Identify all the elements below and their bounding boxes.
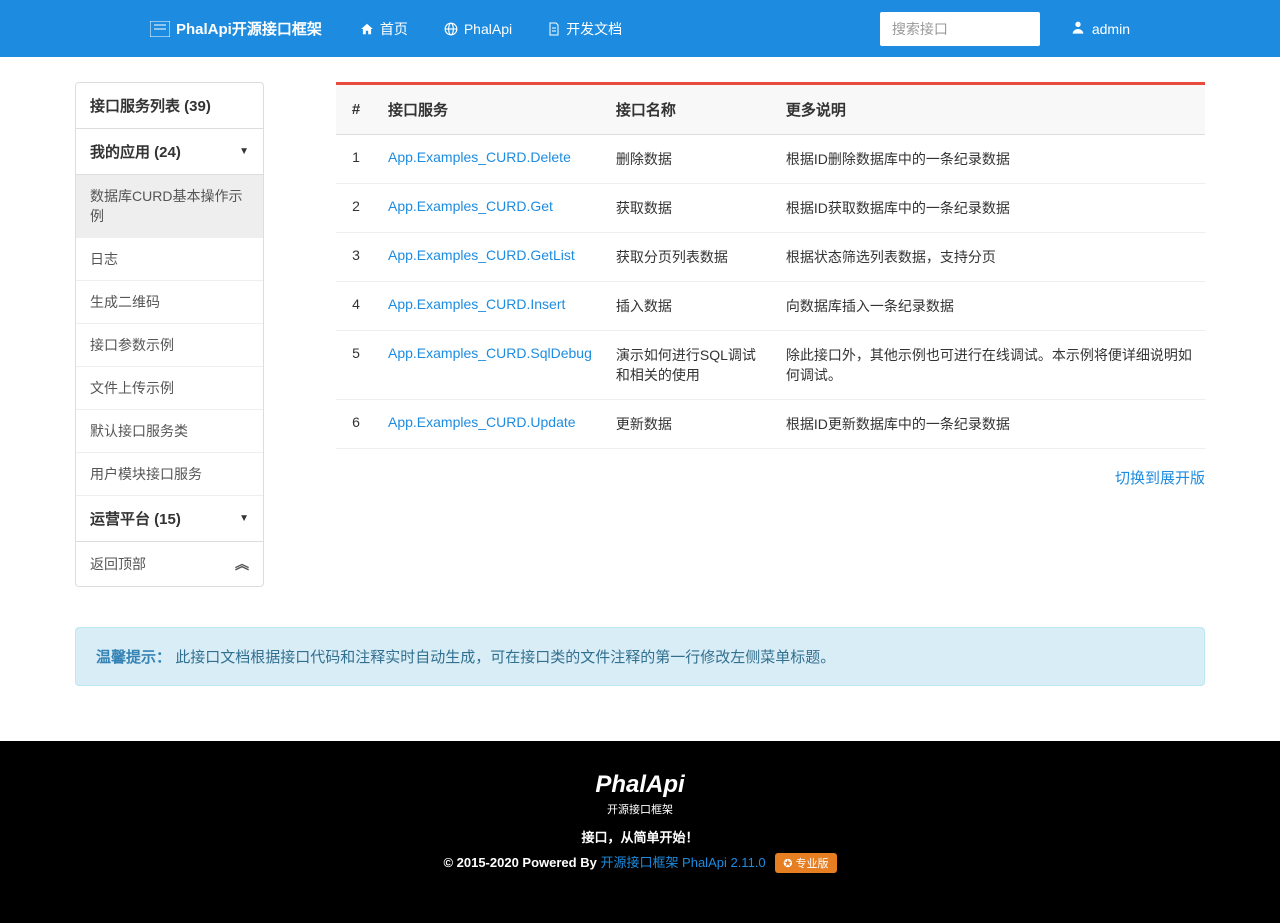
sidebar-title: 接口服务列表 (39): [76, 83, 263, 129]
table-row: 4 App.Examples_CURD.Insert 插入数据 向数据库插入一条…: [336, 282, 1205, 331]
sidebar-group-platform[interactable]: 运营平台 (15) ▼: [76, 496, 263, 542]
user-icon: [1070, 19, 1086, 38]
user-menu[interactable]: admin: [1070, 19, 1130, 38]
table-row: 2 App.Examples_CURD.Get 获取数据 根据ID获取数据库中的…: [336, 184, 1205, 233]
sidebar-item-user[interactable]: 用户模块接口服务: [76, 453, 263, 496]
back-to-top[interactable]: 返回顶部 ︽: [76, 542, 263, 586]
sidebar: 接口服务列表 (39) 我的应用 (24) ▼ 数据库CURD基本操作示例 日志…: [75, 82, 264, 587]
caret-down-icon: ▼: [239, 146, 249, 157]
chevron-up-icon: ︽: [235, 554, 249, 574]
tip-text: 此接口文档根据接口代码和注释实时自动生成，可在接口类的文件注释的第一行修改左侧菜…: [175, 649, 835, 666]
cell-name: 演示如何进行SQL调试和相关的使用: [604, 331, 774, 400]
service-link[interactable]: App.Examples_CURD.Update: [388, 414, 576, 430]
service-link[interactable]: App.Examples_CURD.Delete: [388, 149, 571, 165]
sidebar-group-myapp[interactable]: 我的应用 (24) ▼: [76, 129, 263, 175]
service-link[interactable]: App.Examples_CURD.SqlDebug: [388, 345, 592, 361]
search-box: [880, 12, 1040, 46]
caret-down-icon: ▼: [239, 513, 249, 524]
api-table: # 接口服务 接口名称 更多说明 1 App.Examples_CURD.Del…: [336, 85, 1205, 449]
cell-desc: 根据ID获取数据库中的一条纪录数据: [774, 184, 1205, 233]
brand-icon: [150, 19, 170, 39]
cell-desc: 除此接口外，其他示例也可进行在线调试。本示例将便详细说明如何调试。: [774, 331, 1205, 400]
cell-num: 1: [336, 135, 376, 184]
footer-sub: 开源接口框架: [0, 801, 1280, 817]
table-row: 6 App.Examples_CURD.Update 更新数据 根据ID更新数据…: [336, 400, 1205, 449]
cell-name: 更新数据: [604, 400, 774, 449]
cell-name: 删除数据: [604, 135, 774, 184]
nav-docs[interactable]: 开发文档: [530, 19, 640, 39]
content: # 接口服务 接口名称 更多说明 1 App.Examples_CURD.Del…: [336, 82, 1205, 587]
cell-name: 获取分页列表数据: [604, 233, 774, 282]
service-link[interactable]: App.Examples_CURD.GetList: [388, 247, 575, 263]
home-icon: [360, 22, 374, 36]
tip-alert: 温馨提示： 此接口文档根据接口代码和注释实时自动生成，可在接口类的文件注释的第一…: [75, 627, 1205, 686]
cell-num: 5: [336, 331, 376, 400]
th-num: #: [336, 85, 376, 135]
cell-name: 插入数据: [604, 282, 774, 331]
th-desc: 更多说明: [774, 85, 1205, 135]
pro-badge[interactable]: ✪ 专业版: [775, 853, 836, 873]
th-service: 接口服务: [376, 85, 604, 135]
nav-links: 首页 PhalApi 开发文档: [342, 19, 640, 39]
sidebar-item-params[interactable]: 接口参数示例: [76, 324, 263, 367]
sidebar-item-qrcode[interactable]: 生成二维码: [76, 281, 263, 324]
footer-tagline: 接口，从简单开始！: [0, 827, 1280, 846]
sidebar-item-log[interactable]: 日志: [76, 238, 263, 281]
footer-link[interactable]: 开源接口框架 PhalApi 2.11.0: [600, 855, 765, 870]
cell-num: 4: [336, 282, 376, 331]
cell-num: 3: [336, 233, 376, 282]
sidebar-item-default[interactable]: 默认接口服务类: [76, 410, 263, 453]
table-row: 1 App.Examples_CURD.Delete 删除数据 根据ID删除数据…: [336, 135, 1205, 184]
cell-desc: 根据ID删除数据库中的一条纪录数据: [774, 135, 1205, 184]
cell-num: 2: [336, 184, 376, 233]
switch-view-link[interactable]: 切换到展开版: [1115, 470, 1205, 487]
brand[interactable]: PhalApi开源接口框架: [150, 18, 322, 39]
footer-copy: © 2015-2020 Powered By 开源接口框架 PhalApi 2.…: [0, 852, 1280, 873]
user-name: admin: [1092, 21, 1130, 37]
doc-icon: [548, 22, 560, 36]
nav-home[interactable]: 首页: [342, 19, 426, 39]
globe-icon: [444, 22, 458, 36]
cell-desc: 根据状态筛选列表数据，支持分页: [774, 233, 1205, 282]
service-link[interactable]: App.Examples_CURD.Insert: [388, 296, 565, 312]
sidebar-item-upload[interactable]: 文件上传示例: [76, 367, 263, 410]
service-link[interactable]: App.Examples_CURD.Get: [388, 198, 553, 214]
table-row: 5 App.Examples_CURD.SqlDebug 演示如何进行SQL调试…: [336, 331, 1205, 400]
tip-label: 温馨提示：: [96, 649, 171, 666]
th-name: 接口名称: [604, 85, 774, 135]
cell-num: 6: [336, 400, 376, 449]
footer: PhalApi 开源接口框架 接口，从简单开始！ © 2015-2020 Pow…: [0, 741, 1280, 923]
cell-name: 获取数据: [604, 184, 774, 233]
footer-logo: PhalApi: [0, 771, 1280, 799]
table-row: 3 App.Examples_CURD.GetList 获取分页列表数据 根据状…: [336, 233, 1205, 282]
cell-desc: 根据ID更新数据库中的一条纪录数据: [774, 400, 1205, 449]
cell-desc: 向数据库插入一条纪录数据: [774, 282, 1205, 331]
nav-phalapi[interactable]: PhalApi: [426, 21, 530, 37]
sidebar-item-curd[interactable]: 数据库CURD基本操作示例: [76, 175, 263, 238]
switch-view: 切换到展开版: [336, 467, 1205, 488]
brand-text: PhalApi开源接口框架: [176, 18, 322, 39]
navbar: PhalApi开源接口框架 首页 PhalApi 开发文档 admin: [0, 0, 1280, 57]
search-input[interactable]: [880, 12, 1040, 46]
